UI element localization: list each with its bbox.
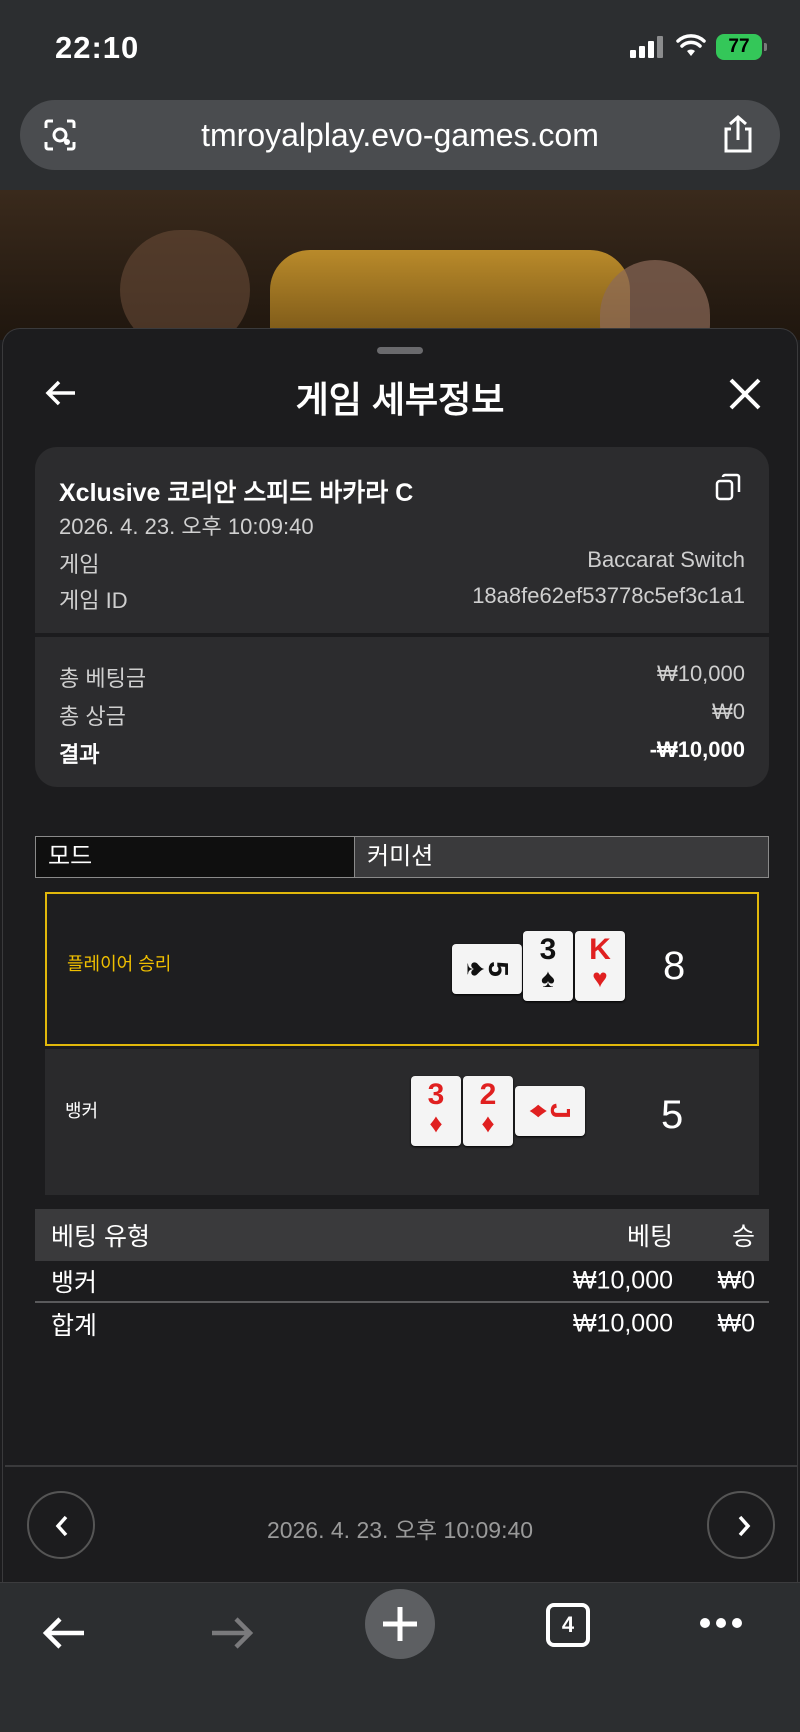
game-id-value: 18a8fe62ef53778c5ef3c1a1 xyxy=(472,583,745,608)
total-bet-row: 총 베팅금 ₩10,000 xyxy=(59,661,745,693)
table-row: 뱅커 ₩10,000 ₩0 xyxy=(35,1261,769,1303)
browser-forward-icon[interactable] xyxy=(208,1613,256,1653)
copy-icon[interactable] xyxy=(715,473,741,501)
footer-date: 2026. 4. 23. 오후 10:09:40 xyxy=(266,1517,534,1543)
table-row: 합계 ₩10,000 ₩0 xyxy=(35,1303,769,1345)
total-bet-label: 총 베팅금 xyxy=(59,666,147,691)
game-details-sheet: 게임 세부정보 Xclusive 코리안 스피드 바카라 C 2026. 4. … xyxy=(2,328,798,1582)
game-value: Baccarat Switch xyxy=(587,547,745,572)
game-summary-card: Xclusive 코리안 스피드 바카라 C 2026. 4. 23. 오후 1… xyxy=(35,447,769,787)
tab-commission[interactable]: 커미션 xyxy=(355,836,769,878)
browser-back-icon[interactable] xyxy=(40,1613,88,1653)
game-id-label: 게임 ID xyxy=(59,588,128,613)
result-row: 결과 -₩10,000 xyxy=(59,737,745,769)
browser-address-area: tmroyalplay.evo-games.com xyxy=(0,92,800,190)
game-date: 2026. 4. 23. 오후 10:09:40 xyxy=(59,514,314,539)
row-bet-type: 뱅커 xyxy=(51,1269,98,1297)
playing-card-J-banker: ♦ J xyxy=(515,1086,585,1136)
playing-card-3-player: 3 ♠ xyxy=(523,931,573,1001)
row-bet-amount: ₩10,000 xyxy=(572,1266,673,1295)
row-win-amount: ₩0 xyxy=(717,1266,756,1295)
wifi-icon xyxy=(676,34,706,56)
row-win-amount: ₩0 xyxy=(717,1309,756,1338)
playing-card-5-player: ♠ 5 xyxy=(452,944,522,994)
battery-indicator: 77 xyxy=(716,34,767,60)
sheet-title: 게임 세부정보 xyxy=(295,379,505,420)
total-win-row: 총 상금 ₩0 xyxy=(59,699,745,731)
tabs-button[interactable]: 4 xyxy=(546,1603,590,1647)
game-name: Xclusive 코리안 스피드 바카라 C xyxy=(59,479,414,507)
address-bar[interactable]: tmroyalplay.evo-games.com xyxy=(20,100,780,170)
banker-score: 5 xyxy=(661,1093,684,1137)
banker-hand: 뱅커 5 3 ♦ 2 ♦ ♦ J xyxy=(45,1049,759,1195)
player-score: 8 xyxy=(663,944,686,988)
game-label: 게임 xyxy=(59,552,100,577)
status-bar: 22:10 77 xyxy=(0,0,800,92)
tab-mode[interactable]: 모드 xyxy=(35,836,355,878)
player-hand: 플레이어 승리 8 ♠ 5 3 ♠ K ♥ xyxy=(45,892,759,1046)
url-text: tmroyalplay.evo-games.com xyxy=(201,117,599,153)
playing-card-3-banker: 3 ♦ xyxy=(411,1076,461,1146)
plus-icon xyxy=(383,1607,417,1641)
row-bet-type: 합계 xyxy=(51,1312,98,1340)
card-divider xyxy=(35,633,769,637)
chevron-right-icon xyxy=(738,1515,751,1537)
row-bet-amount: ₩10,000 xyxy=(572,1309,673,1338)
mode-commission-tabs: 모드 커미션 xyxy=(35,836,769,878)
next-game-button[interactable] xyxy=(707,1491,775,1559)
result-value: -₩10,000 xyxy=(649,737,745,762)
header-bet-type: 베팅 유형 xyxy=(51,1223,150,1251)
total-bet-value: ₩10,000 xyxy=(656,661,745,686)
live-video-background xyxy=(0,190,800,340)
bet-table-header: 베팅 유형 베팅 승 xyxy=(35,1209,769,1261)
playing-card-K-player: K ♥ xyxy=(575,931,625,1001)
sheet-grabber[interactable] xyxy=(377,347,423,354)
player-hand-label: 플레이어 승리 xyxy=(67,954,172,974)
more-icon[interactable] xyxy=(700,1615,748,1633)
close-icon[interactable] xyxy=(728,377,762,411)
game-id-row: 게임 ID 18a8fe62ef53778c5ef3c1a1 xyxy=(59,583,745,615)
footer-divider xyxy=(5,1465,797,1467)
bet-table: 베팅 유형 베팅 승 뱅커 ₩10,000 ₩0 합계 ₩10,000 ₩0 xyxy=(35,1209,769,1345)
total-win-label: 총 상금 xyxy=(59,704,126,729)
result-label: 결과 xyxy=(59,742,100,767)
banker-hand-label: 뱅커 xyxy=(65,1101,99,1121)
header-win: 승 xyxy=(731,1223,755,1251)
browser-toolbar: 4 xyxy=(0,1582,800,1732)
total-win-value: ₩0 xyxy=(712,699,745,724)
share-icon[interactable] xyxy=(720,114,756,154)
header-bet: 베팅 xyxy=(626,1223,673,1251)
playing-card-2-banker: 2 ♦ xyxy=(463,1076,513,1146)
game-type-row: 게임 Baccarat Switch xyxy=(59,547,745,579)
new-tab-button[interactable] xyxy=(365,1589,435,1659)
signal-icon xyxy=(630,36,666,58)
status-time: 22:10 xyxy=(55,30,140,65)
